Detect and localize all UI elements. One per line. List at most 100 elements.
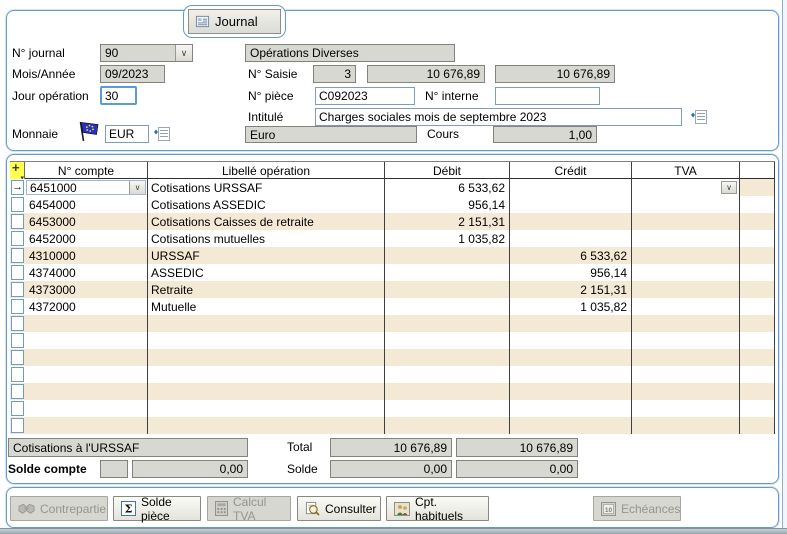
debit-cell[interactable]: 2 151,31 bbox=[385, 213, 510, 230]
account-cell[interactable] bbox=[25, 417, 148, 434]
row-selector[interactable] bbox=[11, 350, 24, 365]
row-selector[interactable] bbox=[11, 299, 24, 314]
row-selector[interactable] bbox=[11, 418, 24, 433]
debit-cell[interactable] bbox=[385, 281, 510, 298]
label-cell[interactable] bbox=[148, 366, 385, 383]
debit-cell[interactable] bbox=[385, 417, 510, 434]
tva-cell[interactable] bbox=[632, 264, 740, 281]
col-header-libelle[interactable]: Libellé opération bbox=[148, 162, 385, 179]
row-selector[interactable] bbox=[11, 231, 24, 246]
account-cell[interactable]: 4374000 bbox=[25, 264, 148, 281]
credit-cell[interactable]: 6 533,62 bbox=[510, 247, 632, 264]
col-header-compte[interactable]: N° compte bbox=[25, 162, 148, 179]
row-selector[interactable] bbox=[11, 384, 24, 399]
chevron-down-icon[interactable]: ∨ bbox=[129, 181, 145, 194]
row-selector[interactable] bbox=[11, 316, 24, 331]
tva-cell[interactable] bbox=[632, 298, 740, 315]
credit-cell[interactable] bbox=[510, 332, 632, 349]
tva-cell[interactable] bbox=[632, 417, 740, 434]
row-selector[interactable] bbox=[11, 214, 24, 229]
row-selector[interactable] bbox=[11, 248, 24, 263]
debit-cell[interactable]: 6 533,62 bbox=[385, 179, 510, 196]
credit-cell[interactable] bbox=[510, 196, 632, 213]
account-cell[interactable] bbox=[25, 349, 148, 366]
credit-cell[interactable]: 1 035,82 bbox=[510, 298, 632, 315]
debit-cell[interactable] bbox=[385, 383, 510, 400]
n-piece-input[interactable] bbox=[315, 87, 415, 105]
debit-cell[interactable] bbox=[385, 298, 510, 315]
label-cell[interactable]: Cotisations ASSEDIC bbox=[148, 196, 385, 213]
account-cell[interactable]: 4310000 bbox=[25, 247, 148, 264]
credit-cell[interactable] bbox=[510, 400, 632, 417]
credit-cell[interactable] bbox=[510, 315, 632, 332]
tva-cell[interactable] bbox=[632, 366, 740, 383]
account-cell[interactable] bbox=[25, 315, 148, 332]
button-cpt-habituels[interactable]: Cpt. habituels bbox=[386, 496, 489, 521]
row-selector[interactable]: → bbox=[11, 180, 24, 195]
label-cell[interactable] bbox=[148, 400, 385, 417]
label-cell[interactable]: ASSEDIC bbox=[148, 264, 385, 281]
account-cell[interactable]: 6452000 bbox=[25, 230, 148, 247]
credit-cell[interactable] bbox=[510, 179, 632, 196]
credit-cell[interactable] bbox=[510, 230, 632, 247]
tva-cell[interactable] bbox=[632, 196, 740, 213]
credit-cell[interactable] bbox=[510, 349, 632, 366]
tva-cell[interactable] bbox=[632, 213, 740, 230]
col-header-debit[interactable]: Débit bbox=[385, 162, 510, 179]
label-cell[interactable]: Retraite bbox=[148, 281, 385, 298]
label-cell[interactable]: Cotisations Caisses de retraite bbox=[148, 213, 385, 230]
account-cell[interactable] bbox=[25, 332, 148, 349]
tva-dropdown-arrow[interactable]: ∨ bbox=[721, 181, 737, 194]
col-header-credit[interactable]: Crédit bbox=[510, 162, 632, 179]
label-cell[interactable] bbox=[148, 383, 385, 400]
debit-cell[interactable]: 956,14 bbox=[385, 196, 510, 213]
tva-cell[interactable] bbox=[632, 349, 740, 366]
add-row-button[interactable]: + ▾ bbox=[10, 162, 25, 179]
n-journal-combo[interactable]: 90 ∨ bbox=[100, 44, 193, 62]
debit-cell[interactable] bbox=[385, 349, 510, 366]
credit-cell[interactable] bbox=[510, 213, 632, 230]
currency-lookup-icon[interactable] bbox=[153, 126, 171, 142]
account-cell[interactable]: 4373000 bbox=[25, 281, 148, 298]
label-cell[interactable]: Cotisations URSSAF bbox=[148, 179, 385, 196]
intitule-lookup-icon[interactable] bbox=[690, 109, 708, 125]
row-selector[interactable] bbox=[11, 197, 24, 212]
account-combo[interactable]: 6451000∨ bbox=[26, 180, 146, 195]
label-cell[interactable] bbox=[148, 349, 385, 366]
tva-cell[interactable] bbox=[632, 400, 740, 417]
label-cell[interactable] bbox=[148, 332, 385, 349]
account-cell[interactable] bbox=[25, 383, 148, 400]
button-consulter[interactable]: Consulter bbox=[297, 496, 381, 521]
credit-cell[interactable]: 956,14 bbox=[510, 264, 632, 281]
col-header-tva[interactable]: TVA bbox=[632, 162, 740, 179]
row-selector[interactable] bbox=[11, 367, 24, 382]
chevron-down-icon[interactable]: ∨ bbox=[175, 45, 192, 61]
row-selector[interactable] bbox=[11, 333, 24, 348]
intitule-input[interactable] bbox=[315, 108, 682, 126]
tva-cell[interactable]: ∨ bbox=[632, 179, 740, 196]
account-cell[interactable]: 4372000 bbox=[25, 298, 148, 315]
account-cell[interactable] bbox=[25, 400, 148, 417]
n-interne-input[interactable] bbox=[495, 87, 600, 105]
tva-cell[interactable] bbox=[632, 315, 740, 332]
debit-cell[interactable] bbox=[385, 315, 510, 332]
journal-button[interactable]: Journal bbox=[188, 9, 281, 34]
monnaie-input[interactable] bbox=[105, 125, 149, 143]
label-cell[interactable]: URSSAF bbox=[148, 247, 385, 264]
debit-cell[interactable]: 1 035,82 bbox=[385, 230, 510, 247]
jour-operation-input[interactable] bbox=[100, 86, 137, 105]
tva-cell[interactable] bbox=[632, 247, 740, 264]
row-selector[interactable] bbox=[11, 282, 24, 297]
account-cell[interactable]: 6451000∨ bbox=[25, 179, 148, 196]
label-cell[interactable]: Mutuelle bbox=[148, 298, 385, 315]
debit-cell[interactable] bbox=[385, 332, 510, 349]
account-cell[interactable]: 6454000 bbox=[25, 196, 148, 213]
credit-cell[interactable] bbox=[510, 383, 632, 400]
label-cell[interactable] bbox=[148, 315, 385, 332]
row-selector[interactable] bbox=[11, 265, 24, 280]
debit-cell[interactable] bbox=[385, 247, 510, 264]
account-cell[interactable]: 6453000 bbox=[25, 213, 148, 230]
credit-cell[interactable] bbox=[510, 417, 632, 434]
label-cell[interactable]: Cotisations mutuelles bbox=[148, 230, 385, 247]
tva-cell[interactable] bbox=[632, 281, 740, 298]
